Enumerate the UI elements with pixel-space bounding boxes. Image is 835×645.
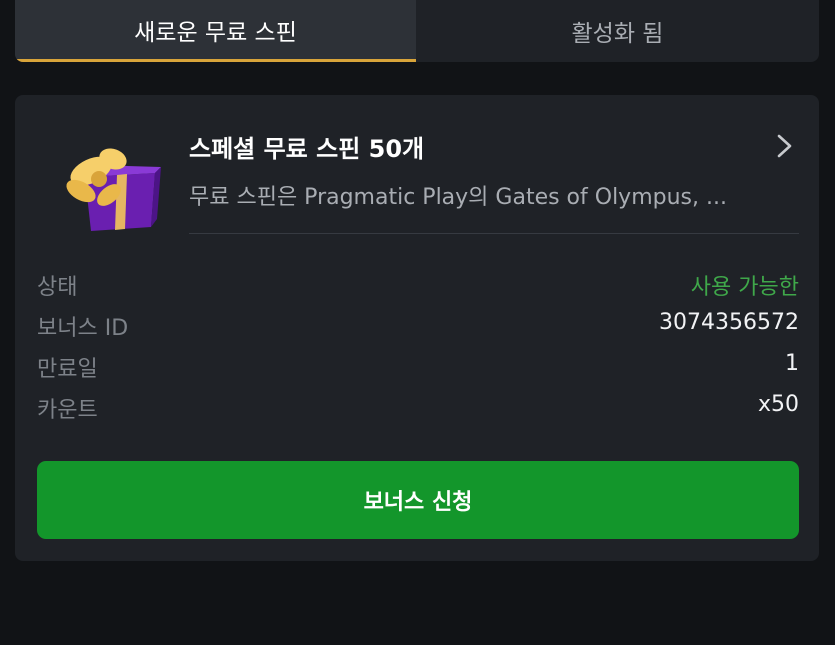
detail-row-count: 카운트 x50 [37,386,799,427]
expiry-value: 1 [785,351,799,376]
tab-new-free-spins[interactable]: 새로운 무료 스핀 [15,0,416,62]
gift-icon [55,145,165,235]
detail-label: 카운트 [37,398,98,423]
offer-title: 스페셜 무료 스핀 50개 [189,135,425,163]
tab-activated[interactable]: 활성화 됨 [416,0,819,62]
status-value: 사용 가능한 [690,275,799,300]
detail-row-bonus-id: 보너스 ID 3074356572 [37,304,799,345]
bonus-card: 스페셜 무료 스핀 50개 무료 스핀은 Pragmatic Play의 Gat… [15,95,819,561]
detail-label: 만료일 [37,357,98,382]
offer-description: 무료 스핀은 Pragmatic Play의 Gates of Olympus,… [189,185,727,210]
detail-label: 상태 [37,275,78,300]
tab-bar: 새로운 무료 스핀 활성화 됨 [15,0,819,62]
offer-title-row[interactable]: 스페셜 무료 스핀 50개 [189,129,799,169]
details-list: 상태 사용 가능한 보너스 ID 3074356572 만료일 1 카운트 x5… [37,263,799,427]
chevron-right-icon[interactable] [771,133,797,159]
detail-row-expiry: 만료일 1 [37,345,799,386]
divider [189,233,799,234]
detail-label: 보너스 ID [37,316,129,341]
bonus-id-value: 3074356572 [659,310,799,335]
count-value: x50 [757,392,799,417]
claim-bonus-button[interactable]: 보너스 신청 [37,461,799,539]
detail-row-status: 상태 사용 가능한 [37,263,799,304]
